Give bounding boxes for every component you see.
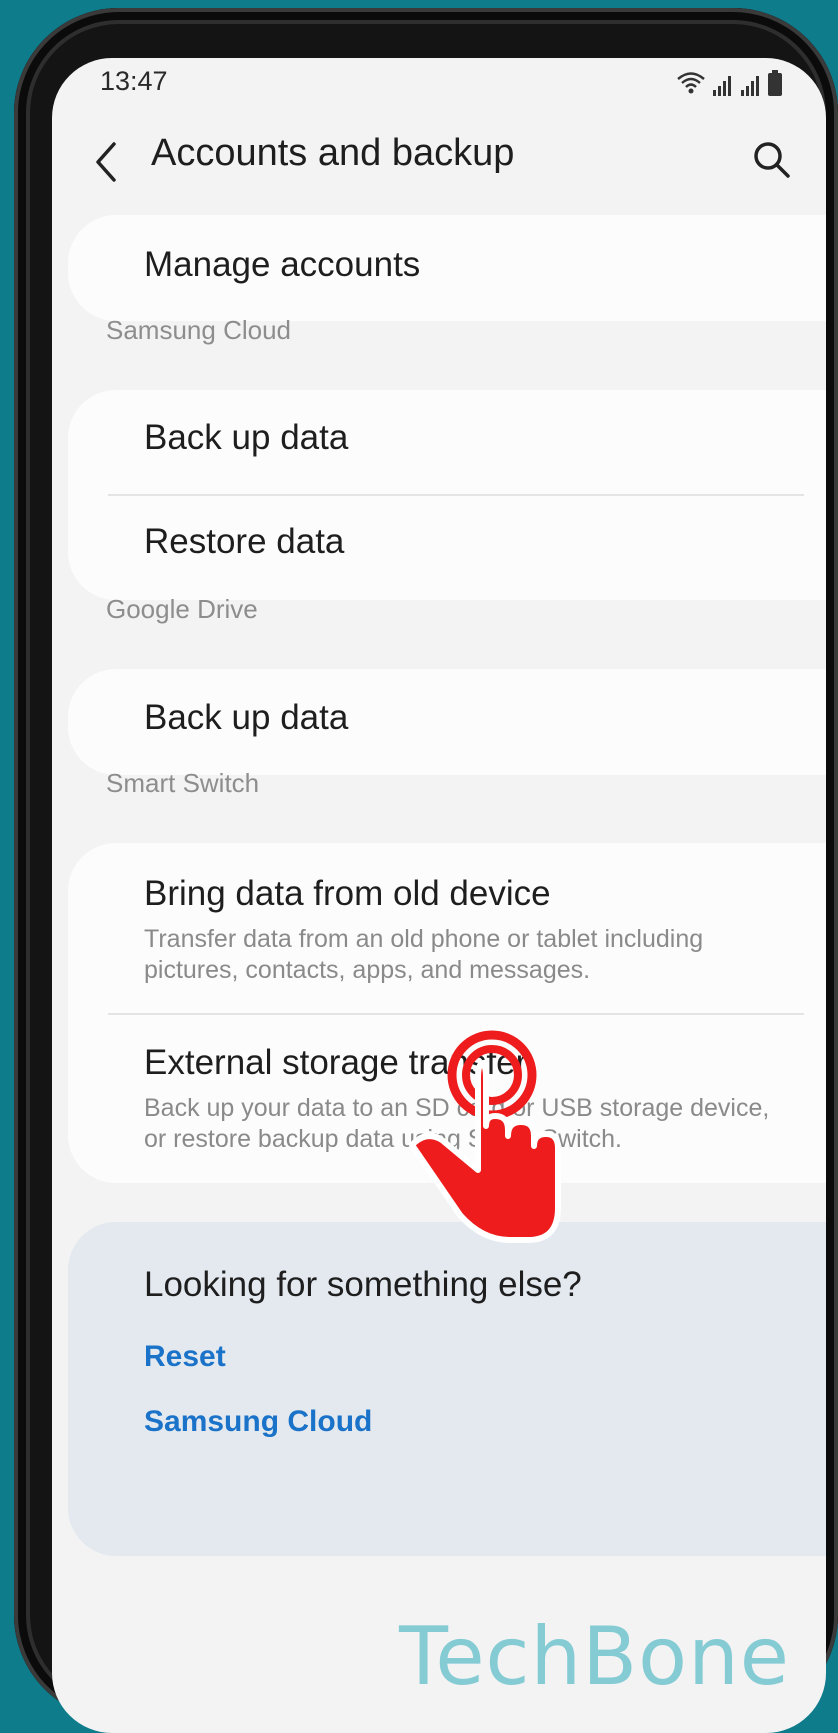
item-subtitle: Transfer data from an old phone or table… <box>144 925 704 984</box>
list-item-samsung-backup[interactable]: Back up data <box>68 390 826 494</box>
wifi-icon <box>676 70 706 96</box>
link-reset[interactable]: Reset <box>144 1340 226 1374</box>
status-bar: 13:47 <box>52 58 826 108</box>
item-title: Back up data <box>144 698 349 737</box>
card-accounts: Manage accounts <box>68 215 826 321</box>
back-button[interactable] <box>88 138 128 186</box>
item-title: Bring data from old device <box>144 874 551 913</box>
signal-icon <box>740 74 762 96</box>
status-icons <box>676 66 782 96</box>
phone-frame: 13:47 Accounts and backup Manage account… <box>14 8 838 1733</box>
watermark: TechBone <box>399 1610 790 1703</box>
battery-icon <box>768 70 782 96</box>
signal-icon <box>712 74 734 96</box>
item-title: Manage accounts <box>144 245 421 284</box>
item-title: Back up data <box>144 418 349 457</box>
item-title: Restore data <box>144 522 345 561</box>
section-label-smart-switch: Smart Switch <box>106 768 260 798</box>
link-samsung-cloud[interactable]: Samsung Cloud <box>144 1405 372 1439</box>
page-title: Accounts and backup <box>151 132 515 174</box>
tap-hand-icon <box>400 1030 580 1260</box>
app-bar: Accounts and backup <box>52 120 826 200</box>
search-icon <box>754 142 790 178</box>
status-time: 13:47 <box>100 66 168 96</box>
suggestions-title: Looking for something else? <box>144 1265 582 1304</box>
card-google-drive: Back up data <box>68 669 826 775</box>
search-button[interactable] <box>750 138 794 182</box>
card-samsung-cloud: Back up data Restore data <box>68 390 826 600</box>
section-label-samsung-cloud: Samsung Cloud <box>106 315 291 345</box>
chevron-left-icon <box>96 142 116 182</box>
list-item-manage-accounts[interactable]: Manage accounts <box>68 215 826 321</box>
list-item-google-backup[interactable]: Back up data <box>68 669 826 775</box>
suggestions-card: Looking for something else? Reset Samsun… <box>68 1222 826 1556</box>
list-item-bring-data[interactable]: Bring data from old device Transfer data… <box>68 843 826 1013</box>
screen: 13:47 Accounts and backup Manage account… <box>52 58 826 1733</box>
list-item-restore-data[interactable]: Restore data <box>68 494 826 598</box>
section-label-google-drive: Google Drive <box>106 594 258 624</box>
